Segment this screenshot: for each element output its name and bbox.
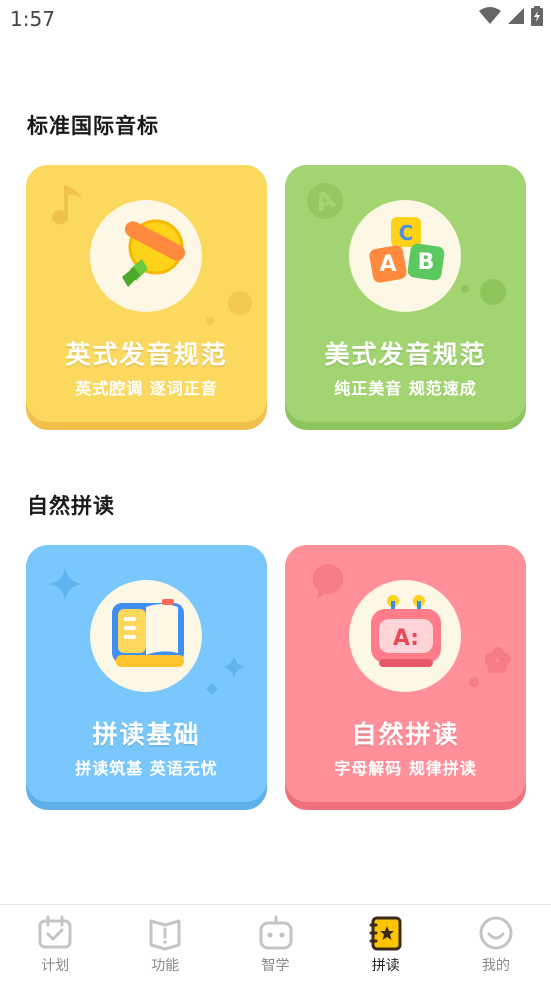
robot-face-icon — [259, 915, 292, 950]
card-british-pronunciation[interactable]: 英式发音规范 英式腔调 逐词正音 — [26, 165, 267, 430]
card-american-pronunciation[interactable]: A C A B 美式发音规范 纯正美音 规范速成 — [285, 165, 526, 430]
decor-dot — [461, 285, 469, 293]
battery-icon — [531, 6, 543, 26]
book-alert-icon — [149, 919, 181, 951]
decor-dot — [469, 677, 479, 687]
nav-label: 智学 — [261, 958, 290, 974]
svg-text:A:: A: — [393, 626, 419, 651]
sparkle-icon — [222, 655, 246, 679]
decor-dot — [206, 317, 214, 325]
signal-icon — [508, 8, 524, 24]
card-natural-phonics[interactable]: A: 自然拼读 字母解码 规律拼读 — [285, 545, 526, 810]
card-subtitle: 拼读筑基 英语无忧 — [75, 759, 218, 778]
music-note-icon — [52, 185, 82, 225]
svg-text:A: A — [379, 252, 396, 277]
bell-icon — [122, 219, 186, 287]
card-subtitle: 字母解码 规律拼读 — [334, 759, 477, 778]
speech-bubble-icon — [313, 564, 343, 599]
decor-dot — [480, 279, 506, 305]
card-title: 自然拼读 — [351, 720, 460, 749]
decor-dot — [206, 683, 218, 695]
book-icon — [112, 599, 184, 667]
card-subtitle: 英式腔调 逐词正音 — [75, 379, 218, 398]
nav-label: 我的 — [481, 958, 510, 974]
wifi-icon — [479, 7, 501, 24]
robot-icon: A: — [371, 595, 441, 667]
card-title: 英式发音规范 — [65, 340, 228, 369]
card-face: 拼读基础 拼读筑基 英语无忧 — [26, 545, 267, 802]
sparkle-icon — [48, 567, 82, 601]
card-face: A: 自然拼读 字母解码 规律拼读 — [285, 545, 526, 802]
flower-icon — [485, 647, 511, 673]
svg-text:B: B — [418, 250, 435, 275]
decor-dot — [228, 291, 252, 315]
nav-item-smart-learn[interactable]: 智学 — [220, 905, 330, 982]
nav-item-phonics[interactable]: 拼读 — [331, 905, 441, 982]
card-face: A C A B 美式发音规范 纯正美音 规范速成 — [285, 165, 526, 422]
calendar-check-icon — [38, 915, 72, 949]
nav-label: 拼读 — [371, 958, 400, 974]
card-face: 英式发音规范 英式腔调 逐词正音 — [26, 165, 267, 422]
nav-item-plan[interactable]: 计划 — [0, 905, 110, 982]
card-subtitle: 纯正美音 规范速成 — [334, 379, 477, 398]
nav-label: 计划 — [41, 958, 70, 974]
card-phonics-basics[interactable]: 拼读基础 拼读筑基 英语无忧 — [26, 545, 267, 810]
nav-item-mine[interactable]: 我的 — [441, 905, 551, 982]
svg-text:C: C — [399, 221, 414, 245]
nav-label: 功能 — [151, 958, 180, 974]
section-title-phonics: 自然拼读 — [27, 494, 115, 518]
bottom-nav: 计划 功能 智学 拼读 我的 — [0, 904, 551, 982]
nav-item-features[interactable]: 功能 — [110, 905, 220, 982]
decor-letter-a: A — [301, 177, 349, 225]
card-title: 拼读基础 — [92, 720, 201, 749]
abc-blocks-icon: C A B — [369, 217, 445, 283]
section-title-phonetics: 标准国际音标 — [27, 114, 159, 138]
card-title: 美式发音规范 — [324, 340, 487, 369]
status-icons — [479, 6, 543, 26]
status-time: 1:57 — [10, 7, 55, 31]
status-bar: 1:57 — [0, 0, 551, 40]
smile-icon — [479, 916, 513, 950]
star-book-icon — [369, 916, 402, 951]
